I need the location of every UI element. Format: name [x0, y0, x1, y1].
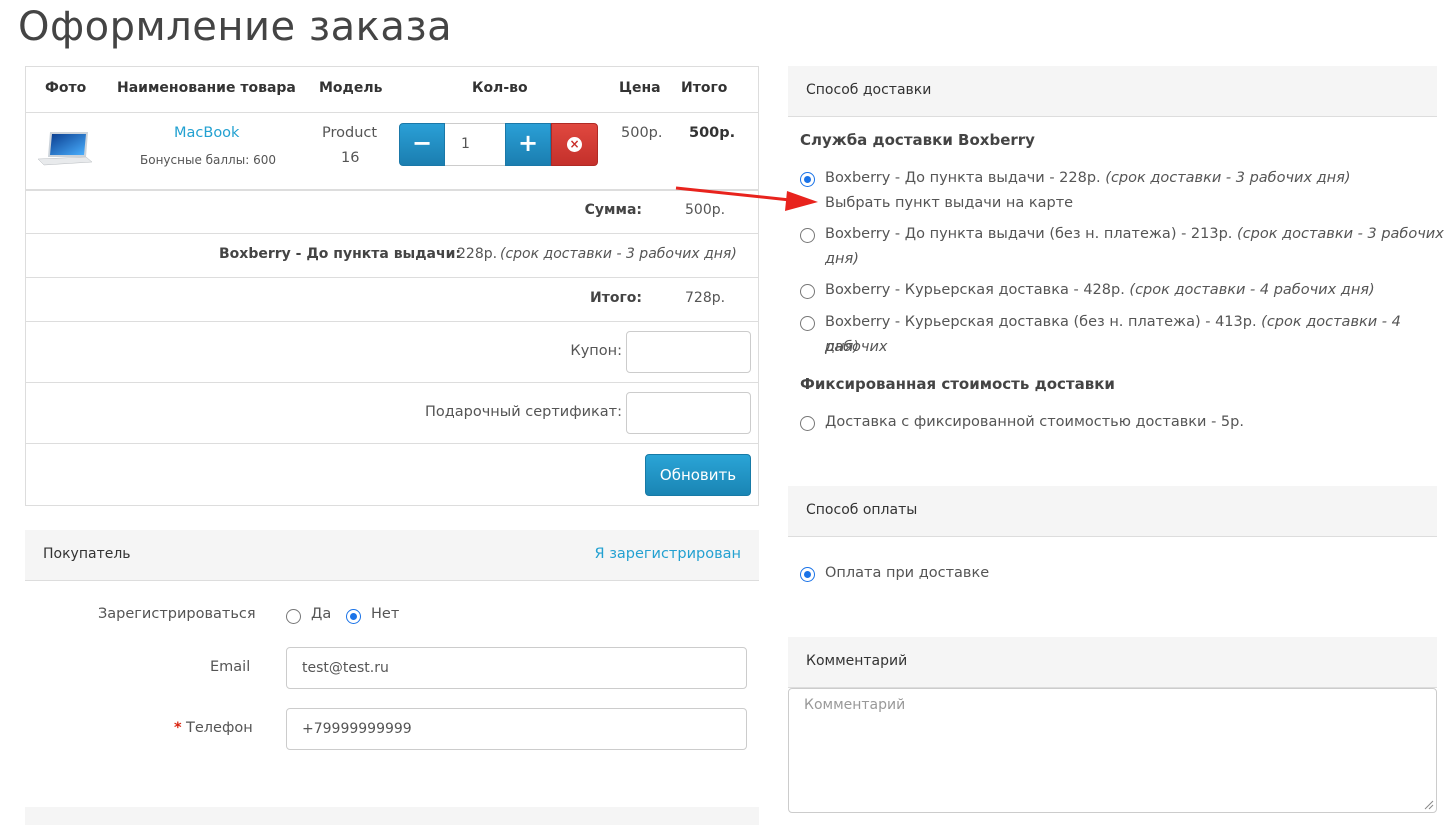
register-no-label: Нет: [371, 606, 400, 622]
comment-panel-title: Комментарий: [806, 653, 908, 669]
required-star: *: [174, 720, 182, 736]
shipping-cost-label: Boxberry - До пункта выдачи:: [219, 246, 461, 262]
coupon-row: Купон:: [26, 322, 758, 383]
product-total: 500р.: [689, 125, 736, 141]
total-row: Итого: 728р.: [26, 278, 758, 322]
customer-panel-header: Покупатель Я зарегистрирован: [25, 530, 759, 581]
shipping-option-1-label: Boxberry - До пункта выдачи - 228р. (сро…: [825, 170, 1351, 186]
coupon-label: Купон:: [570, 343, 622, 359]
cart-header-row: Фото Наименование товара Модель Кол-во Ц…: [26, 67, 758, 113]
update-row: Обновить: [26, 444, 758, 505]
payment-panel-title: Способ оплаты: [806, 502, 918, 518]
fixed-shipping-label: Доставка с фиксированной стоимостью дост…: [825, 414, 1244, 430]
subtotal-row: Сумма: 500р.: [26, 191, 758, 234]
product-price: 500р.: [621, 125, 663, 141]
subtotal-label: Сумма:: [584, 202, 642, 218]
register-yes-radio[interactable]: [286, 609, 301, 624]
col-price-header: Цена: [619, 80, 661, 96]
comment-panel-header: Комментарий: [788, 637, 1437, 688]
select-pickup-point-link[interactable]: Выбрать пункт выдачи на карте: [825, 191, 1073, 216]
cart-item-row: MacBook Бонусные баллы: 600 Product 16 −…: [26, 113, 758, 191]
quantity-group: − 1 + ×: [399, 123, 599, 166]
shipping-cost-row: Boxberry - До пункта выдачи: 228р. (срок…: [26, 234, 758, 278]
shipping-option-3-radio[interactable]: [800, 284, 815, 299]
voucher-input[interactable]: [626, 392, 751, 434]
shipping-option-4-radio[interactable]: [800, 316, 815, 331]
shipping-cost-value: 228р.: [457, 246, 498, 262]
total-label: Итого:: [590, 290, 642, 306]
col-photo-header: Фото: [45, 80, 87, 96]
col-qty-header: Кол-во: [472, 80, 528, 96]
register-no-radio[interactable]: [346, 609, 361, 624]
decrease-quantity-button[interactable]: −: [399, 123, 445, 166]
customer-panel-title: Покупатель: [43, 546, 131, 562]
resize-handle-icon[interactable]: [1424, 800, 1434, 810]
total-value: 728р.: [685, 290, 726, 306]
page-title: Оформление заказа: [18, 4, 453, 50]
remove-icon: ×: [567, 136, 582, 152]
register-label: Зарегистрироваться: [98, 606, 256, 622]
shipping-option-2-note-cont: дня): [825, 251, 859, 267]
col-name-header: Наименование товара: [117, 80, 296, 96]
increase-quantity-button[interactable]: +: [505, 123, 551, 166]
col-total-header: Итого: [681, 80, 728, 96]
payment-cod-radio[interactable]: [800, 567, 815, 582]
payment-cod-label: Оплата при доставке: [825, 565, 990, 581]
product-name-link[interactable]: MacBook: [174, 125, 239, 141]
already-registered-link[interactable]: Я зарегистрирован: [595, 530, 741, 579]
phone-input[interactable]: +79999999999: [286, 708, 747, 750]
shipping-option-2-radio[interactable]: [800, 228, 815, 243]
update-button[interactable]: Обновить: [645, 454, 751, 496]
shipping-cost-note: (срок доставки - 3 рабочих дня): [500, 246, 737, 262]
product-thumbnail[interactable]: [36, 129, 94, 169]
voucher-label: Подарочный сертификат:: [424, 404, 622, 420]
col-model-header: Модель: [319, 80, 383, 96]
boxberry-group-title: Служба доставки Boxberry: [800, 131, 1035, 149]
email-input[interactable]: test@test.ru: [286, 647, 747, 689]
coupon-input[interactable]: [626, 331, 751, 373]
shipping-panel-header: Способ доставки: [788, 66, 1437, 117]
shipping-option-4-label: Boxberry - Курьерская доставка (без н. п…: [825, 314, 1401, 355]
quantity-input[interactable]: 1: [445, 123, 505, 166]
shipping-panel-title: Способ доставки: [806, 82, 932, 98]
fixed-shipping-radio[interactable]: [800, 416, 815, 431]
product-bonus-points: Бонусные баллы: 600: [140, 153, 276, 167]
email-label: Email: [210, 659, 251, 675]
shipping-option-4-note-cont: дня): [825, 339, 859, 355]
comment-textarea[interactable]: Комментарий: [788, 688, 1437, 813]
register-yes-label: Да: [311, 606, 332, 622]
phone-label: Телефон: [186, 720, 253, 736]
fixed-shipping-group-title: Фиксированная стоимость доставки: [800, 375, 1115, 393]
product-model-line2: 16: [341, 150, 360, 166]
payment-panel-header: Способ оплаты: [788, 486, 1437, 537]
annotation-arrow-icon: [675, 186, 818, 211]
shipping-option-2-label: Boxberry - До пункта выдачи (без н. плат…: [825, 226, 1444, 242]
voucher-row: Подарочный сертификат:: [26, 383, 758, 444]
remove-item-button[interactable]: ×: [551, 123, 598, 166]
next-panel-header: [25, 807, 759, 825]
cart-table: Фото Наименование товара Модель Кол-во Ц…: [25, 66, 759, 506]
product-model-line1: Product: [322, 125, 378, 141]
shipping-option-3-label: Boxberry - Курьерская доставка - 428р. (…: [825, 282, 1375, 298]
